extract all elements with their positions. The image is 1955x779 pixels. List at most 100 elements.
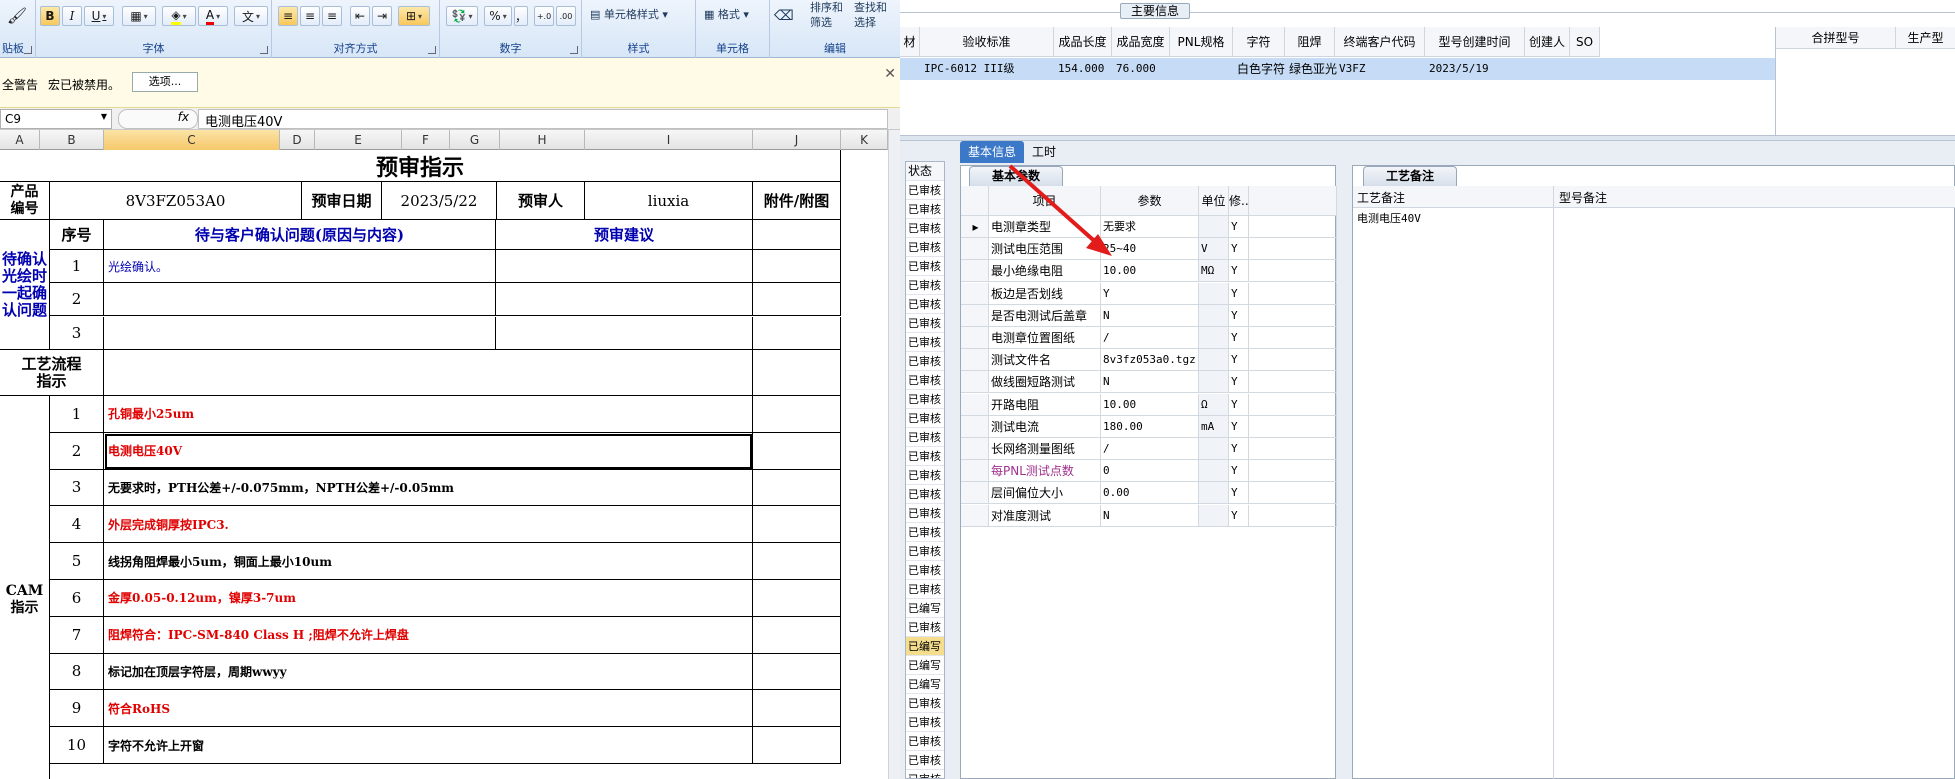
cam-row-text[interactable]: 外层完成铜厚按IPC3. — [104, 506, 753, 544]
param-item[interactable]: 层间偏位大小 — [989, 482, 1101, 505]
status-item[interactable]: 已审核 — [906, 770, 944, 778]
param-unit[interactable] — [1199, 216, 1229, 238]
bold-button[interactable]: B — [40, 6, 60, 26]
param-column-header[interactable]: 项目 — [989, 186, 1101, 216]
param-item[interactable]: 测试电压范围 — [989, 238, 1101, 261]
cam-row-attach[interactable] — [753, 506, 841, 544]
status-item[interactable]: 已审核 — [906, 428, 944, 447]
status-item[interactable]: 已审核 — [906, 447, 944, 466]
column-header[interactable]: B — [40, 130, 104, 150]
param-item[interactable]: 是否电测试后盖章 — [989, 304, 1101, 327]
find-select-button[interactable]: 查找和 选择 — [854, 0, 887, 30]
param-column-header[interactable]: 参数 — [1101, 186, 1199, 216]
grid-column-header[interactable]: 成品长度 — [1054, 27, 1112, 57]
sort-filter-button[interactable]: 排序和 筛选 — [810, 0, 843, 30]
cam-row-attach[interactable] — [753, 580, 841, 617]
comma-button[interactable]: ， — [514, 6, 528, 26]
percent-button[interactable]: % — [484, 6, 512, 26]
param-modifiable[interactable]: Y — [1229, 415, 1249, 438]
cam-row-attach[interactable] — [753, 616, 841, 654]
grid-cell[interactable]: V3FZ — [1339, 58, 1425, 80]
process-note-text[interactable]: 电测电压40V — [1357, 210, 1421, 226]
column-header[interactable]: A — [0, 130, 40, 150]
grid-column-header[interactable]: 创建人 — [1525, 27, 1570, 57]
tab-work-hours[interactable]: 工时 — [1024, 141, 1064, 163]
row-indicator[interactable] — [961, 238, 989, 261]
param-modifiable[interactable]: Y — [1229, 393, 1249, 416]
cam-row-attach[interactable] — [753, 727, 841, 764]
param-item[interactable]: 板边是否划线 — [989, 282, 1101, 305]
grid-column-header[interactable]: 字符 — [1233, 27, 1285, 57]
grid-column-header[interactable]: 材 — [900, 27, 920, 57]
cam-row-text[interactable]: 标记加在顶层字符层，周期wwyy — [104, 653, 753, 691]
vertical-scrollbar[interactable] — [888, 130, 900, 779]
cell-style-button[interactable]: ▤ 单元格样式 ▾ — [590, 6, 668, 22]
param-unit[interactable]: MΩ — [1199, 260, 1229, 283]
align-left-button[interactable]: ≡ — [278, 6, 298, 26]
param-item[interactable]: 电测章位置图纸 — [989, 327, 1101, 349]
status-item[interactable]: 已审核 — [906, 694, 944, 713]
process-attach[interactable] — [753, 350, 841, 396]
row-indicator[interactable] — [961, 327, 989, 349]
underline-button[interactable]: U — [84, 6, 114, 26]
row-indicator[interactable] — [961, 415, 989, 438]
param-modifiable[interactable]: Y — [1229, 327, 1249, 349]
status-item[interactable]: 已审核 — [906, 732, 944, 751]
border-button[interactable]: ▦ — [122, 6, 156, 26]
side-grid-header[interactable]: 生产型 — [1896, 27, 1955, 49]
status-item[interactable]: 已审核 — [906, 580, 944, 599]
grid-column-header[interactable]: 终端客户代码 — [1335, 27, 1425, 57]
param-modifiable[interactable]: Y — [1229, 482, 1249, 505]
param-unit[interactable]: Ω — [1199, 393, 1229, 416]
cam-row-text[interactable]: 线拐角阻焊最小5um，铜面上最小10um — [104, 543, 753, 580]
status-item[interactable]: 已审核 — [906, 257, 944, 276]
cam-row-attach[interactable] — [753, 653, 841, 691]
param-unit[interactable] — [1199, 371, 1229, 394]
param-value[interactable]: 25~40 — [1101, 238, 1199, 261]
column-header[interactable]: G — [450, 130, 500, 150]
fill-color-button[interactable]: ◈ — [162, 6, 196, 26]
param-unit[interactable] — [1199, 460, 1229, 483]
status-item[interactable]: 已编写 — [906, 656, 944, 675]
pending-row-attach[interactable] — [753, 316, 841, 350]
tab-basic-info[interactable]: 基本信息 — [960, 141, 1025, 163]
decrease-decimal-button[interactable]: .00 — [556, 6, 576, 26]
column-header[interactable]: C — [104, 130, 280, 150]
phonetic-button[interactable]: 文 — [234, 6, 268, 26]
grid-cell[interactable] — [1529, 58, 1570, 80]
align-right-button[interactable]: ≡ — [322, 6, 342, 26]
status-item[interactable]: 已审核 — [906, 238, 944, 257]
param-unit[interactable] — [1199, 282, 1229, 305]
status-item[interactable]: 已审核 — [906, 751, 944, 770]
column-header[interactable]: D — [280, 130, 315, 150]
status-item[interactable]: 已审核 — [906, 409, 944, 428]
column-header[interactable]: F — [402, 130, 450, 150]
pending-row-suggest[interactable] — [496, 250, 753, 283]
reviewer[interactable]: liuxia — [585, 182, 753, 220]
status-item[interactable]: 已审核 — [906, 333, 944, 352]
row-indicator[interactable]: ▸ — [961, 216, 989, 238]
worksheet[interactable]: 预审指示 产品 编号 8V3FZ053A0 预审日期 2023/5/22 预审人 liuxi… — [0, 150, 888, 779]
status-item[interactable]: 已审核 — [906, 561, 944, 580]
grid-cell[interactable] — [1574, 58, 1600, 80]
status-list[interactable]: 状态 已审核 已审核 已审核 已审核 已审核 已审核 已审核 已审核 已审核 已审核 已审核 已审核 已审… — [905, 161, 945, 779]
param-value[interactable]: N — [1101, 371, 1199, 394]
formula-input[interactable]: 电测电压40V — [198, 109, 888, 130]
status-item[interactable]: 已审核 — [906, 618, 944, 637]
cam-row-text[interactable]: 金厚0.05-0.12um，镍厚3-7um — [104, 580, 753, 617]
cam-row-text[interactable]: 阻焊符合：IPC-SM-840 Class H ;阻焊不允许上焊盘 — [104, 616, 753, 654]
param-column-header[interactable]: 修... — [1229, 186, 1249, 216]
param-value[interactable]: / — [1101, 327, 1199, 349]
status-item[interactable]: 已审核 — [906, 542, 944, 561]
status-item[interactable]: 已审核 — [906, 713, 944, 732]
cam-row-attach[interactable] — [753, 396, 841, 433]
param-modifiable[interactable]: Y — [1229, 349, 1249, 372]
param-value[interactable]: 0.00 — [1101, 482, 1199, 505]
clear-icon[interactable]: ⌫ — [774, 8, 794, 24]
cam-row-attach[interactable] — [753, 690, 841, 728]
param-unit[interactable] — [1199, 327, 1229, 349]
status-item[interactable]: 已审核 — [906, 314, 944, 333]
grid-cell[interactable]: 绿色亚光 — [1289, 58, 1337, 80]
font-launcher-icon[interactable] — [260, 46, 268, 54]
row-indicator[interactable] — [961, 304, 989, 327]
